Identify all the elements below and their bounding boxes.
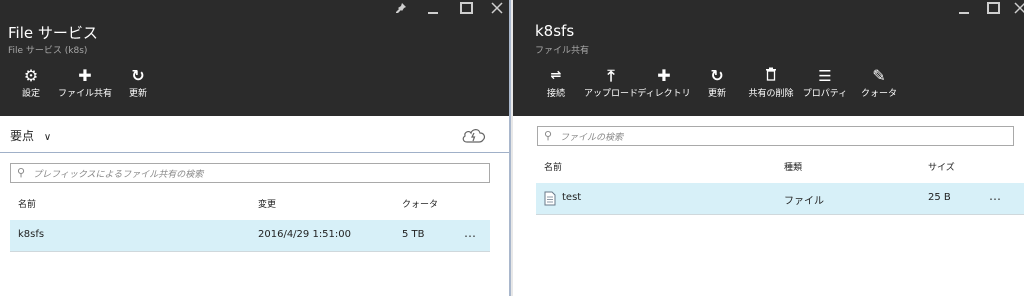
add-file-share-label: ファイル共有: [57, 89, 112, 99]
blade-subtitle: ファイル共有: [535, 46, 590, 56]
row-type: ファイル: [784, 196, 824, 207]
table-row[interactable]: test ファイル 25 B …: [536, 183, 1024, 215]
refresh-button[interactable]: ↻ 更新: [689, 66, 745, 100]
delete-share-label: 共有の削除: [748, 89, 794, 99]
chevron-down-icon: ∨: [43, 132, 52, 143]
row-name: k8sfs: [18, 229, 45, 240]
file-share-blade: k8sfs ファイル共有 ⇌ 接続 ⤒ アップロード ✚ ディレクトリ ↻ 更新: [513, 0, 1024, 296]
search-placeholder: プレフィックスによるファイル共有の検索: [33, 170, 204, 180]
row-modified: 2016/4/29 1:51:00: [258, 229, 352, 240]
refresh-icon: ↻: [710, 66, 724, 85]
file-share-search-input[interactable]: ⚲ プレフィックスによるファイル共有の検索: [10, 163, 490, 183]
search-placeholder: ファイルの検索: [560, 133, 624, 143]
column-header-modified[interactable]: 変更: [258, 197, 276, 210]
file-search-input[interactable]: ⚲ ファイルの検索: [537, 126, 1014, 146]
pin-icon[interactable]: [390, 2, 412, 20]
table-row[interactable]: k8sfs 2016/4/29 1:51:00 5 TB …: [10, 220, 490, 252]
column-header-size[interactable]: サイズ: [928, 160, 955, 173]
add-directory-button[interactable]: ✚ ディレクトリ: [636, 66, 692, 100]
more-options-icon[interactable]: …: [464, 226, 477, 240]
plus-icon: ✚: [78, 66, 92, 85]
list-icon: ☰: [818, 67, 832, 85]
settings-label: 設定: [21, 89, 40, 99]
blade-header: k8sfs ファイル共有 ⇌ 接続 ⤒ アップロード ✚ ディレクトリ ↻ 更新: [513, 0, 1024, 116]
column-header-name[interactable]: 名前: [18, 197, 36, 210]
column-header-type[interactable]: 種類: [784, 160, 802, 173]
more-options-icon[interactable]: …: [989, 189, 1002, 203]
upload-icon: ⤒: [607, 66, 615, 85]
blade-title: k8sfs: [535, 22, 575, 40]
search-icon: ⚲: [544, 129, 553, 142]
refresh-icon: ↻: [131, 66, 145, 85]
connect-label: 接続: [546, 89, 565, 99]
settings-button[interactable]: ⚙ 設定: [3, 66, 59, 100]
plus-icon: ✚: [657, 66, 671, 85]
blade-title: File サービス: [8, 24, 98, 42]
essentials-toggle[interactable]: 要点 ∨: [10, 127, 51, 144]
minimize-icon[interactable]: [422, 2, 444, 20]
add-file-share-button[interactable]: ✚ ファイル共有: [57, 66, 113, 100]
gear-icon: ⚙: [23, 66, 39, 85]
delete-share-button[interactable]: 共有の削除: [743, 66, 799, 100]
connect-icon: ⇌: [550, 68, 562, 83]
minimize-icon[interactable]: [953, 2, 975, 20]
properties-button[interactable]: ☰ プロパティ: [797, 66, 853, 100]
blade-subtitle: File サービス (k8s): [8, 46, 88, 56]
refresh-label: 更新: [128, 89, 147, 99]
upload-label: アップロード: [583, 89, 638, 99]
maximize-icon[interactable]: [982, 2, 1004, 20]
properties-label: プロパティ: [802, 89, 848, 99]
close-icon[interactable]: [486, 2, 508, 20]
search-icon: ⚲: [17, 166, 26, 179]
column-header-quota[interactable]: クォータ: [402, 197, 438, 210]
row-quota: 5 TB: [402, 229, 425, 240]
file-service-blade: File サービス File サービス (k8s) ⚙ 設定 ✚ ファイル共有 …: [0, 0, 511, 296]
refresh-label: 更新: [707, 89, 726, 99]
quota-button[interactable]: ✎ クォータ: [851, 66, 907, 100]
connect-button[interactable]: ⇌ 接続: [528, 66, 584, 100]
maximize-icon[interactable]: [455, 2, 477, 20]
essentials-label: 要点: [10, 129, 35, 143]
cloud-icon[interactable]: [461, 126, 487, 144]
blade-header: File サービス File サービス (k8s) ⚙ 設定 ✚ ファイル共有 …: [0, 0, 509, 116]
column-header-name[interactable]: 名前: [544, 160, 562, 173]
row-name: test: [562, 192, 582, 203]
close-icon[interactable]: [1009, 2, 1024, 20]
upload-button[interactable]: ⤒ アップロード: [583, 66, 639, 100]
pencil-icon: ✎: [872, 66, 886, 85]
quota-label: クォータ: [860, 89, 897, 99]
file-icon: [544, 191, 556, 210]
trash-icon: [743, 66, 799, 86]
row-size: 25 B: [928, 192, 951, 203]
refresh-button[interactable]: ↻ 更新: [110, 66, 166, 100]
add-directory-label: ディレクトリ: [637, 89, 691, 99]
essentials-divider: [0, 152, 509, 153]
